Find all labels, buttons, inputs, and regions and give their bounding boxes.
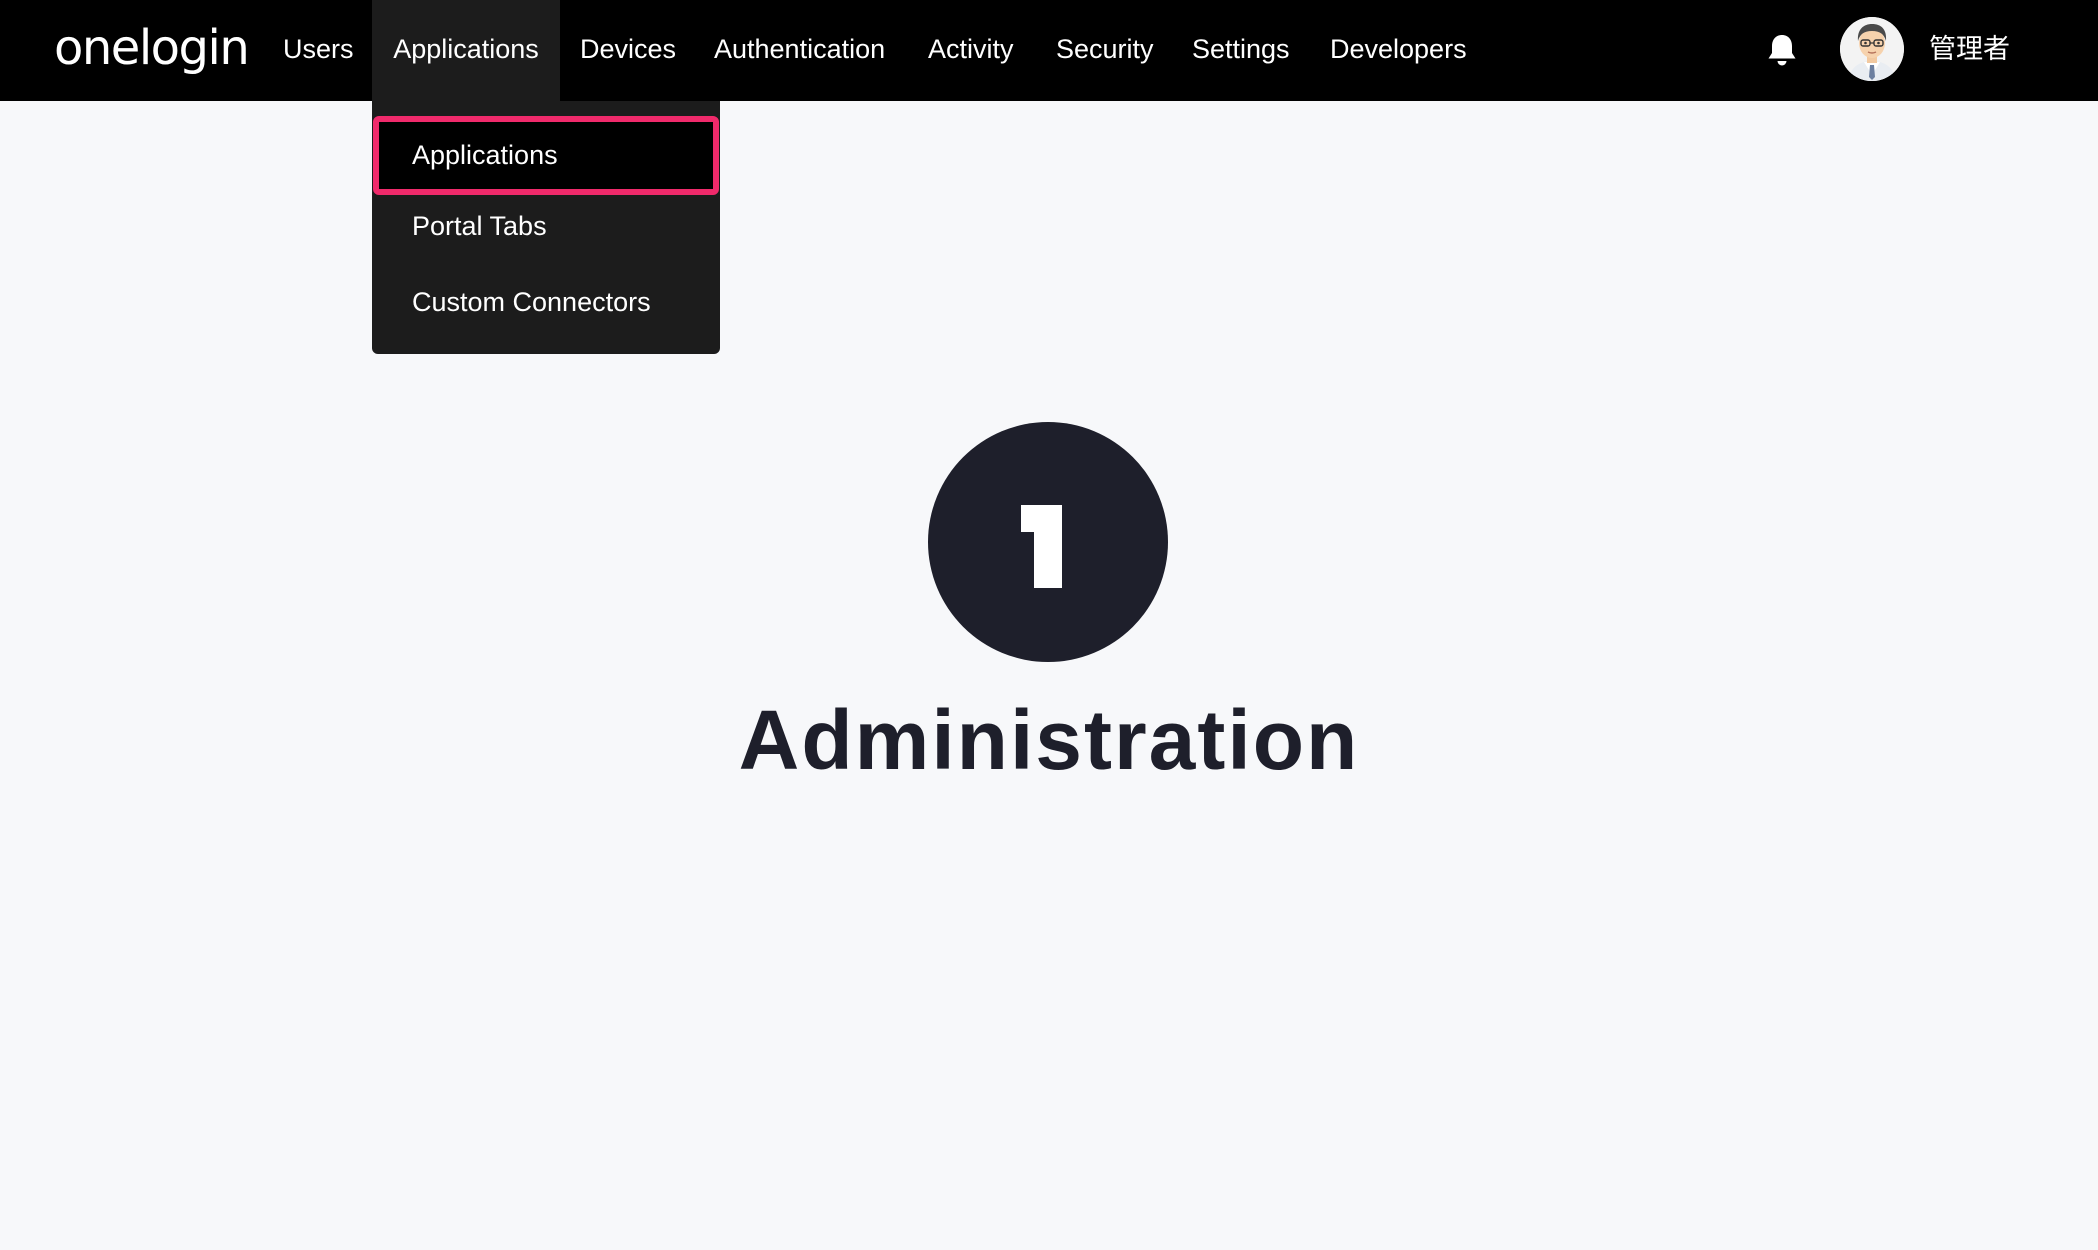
avatar[interactable] [1840,17,1904,81]
nav-item-users[interactable]: Users [283,0,354,101]
dropdown-item-custom-connectors[interactable]: Custom Connectors [372,265,720,341]
applications-dropdown-menu: Applications Portal Tabs Custom Connecto… [372,101,720,354]
top-nav-bar: onelogin Users Applications Devices Auth… [0,0,2098,101]
nav-item-authentication[interactable]: Authentication [714,0,885,101]
user-name[interactable]: 管理者 [1929,0,2010,101]
nav-item-applications[interactable]: Applications [372,0,560,101]
onelogin-logo[interactable]: onelogin [54,22,250,74]
page-title: Administration [738,693,1360,787]
dropdown-item-portal-tabs[interactable]: Portal Tabs [372,189,720,265]
nav-item-devices[interactable]: Devices [580,0,676,101]
nav-item-settings[interactable]: Settings [1192,0,1290,101]
nav-item-security[interactable]: Security [1056,0,1154,101]
nav-item-developers[interactable]: Developers [1330,0,1467,101]
dropdown-item-applications[interactable]: Applications [373,116,719,195]
bell-icon[interactable] [1766,33,1798,67]
nav-item-activity[interactable]: Activity [928,0,1014,101]
number-one-badge-icon [928,422,1168,662]
